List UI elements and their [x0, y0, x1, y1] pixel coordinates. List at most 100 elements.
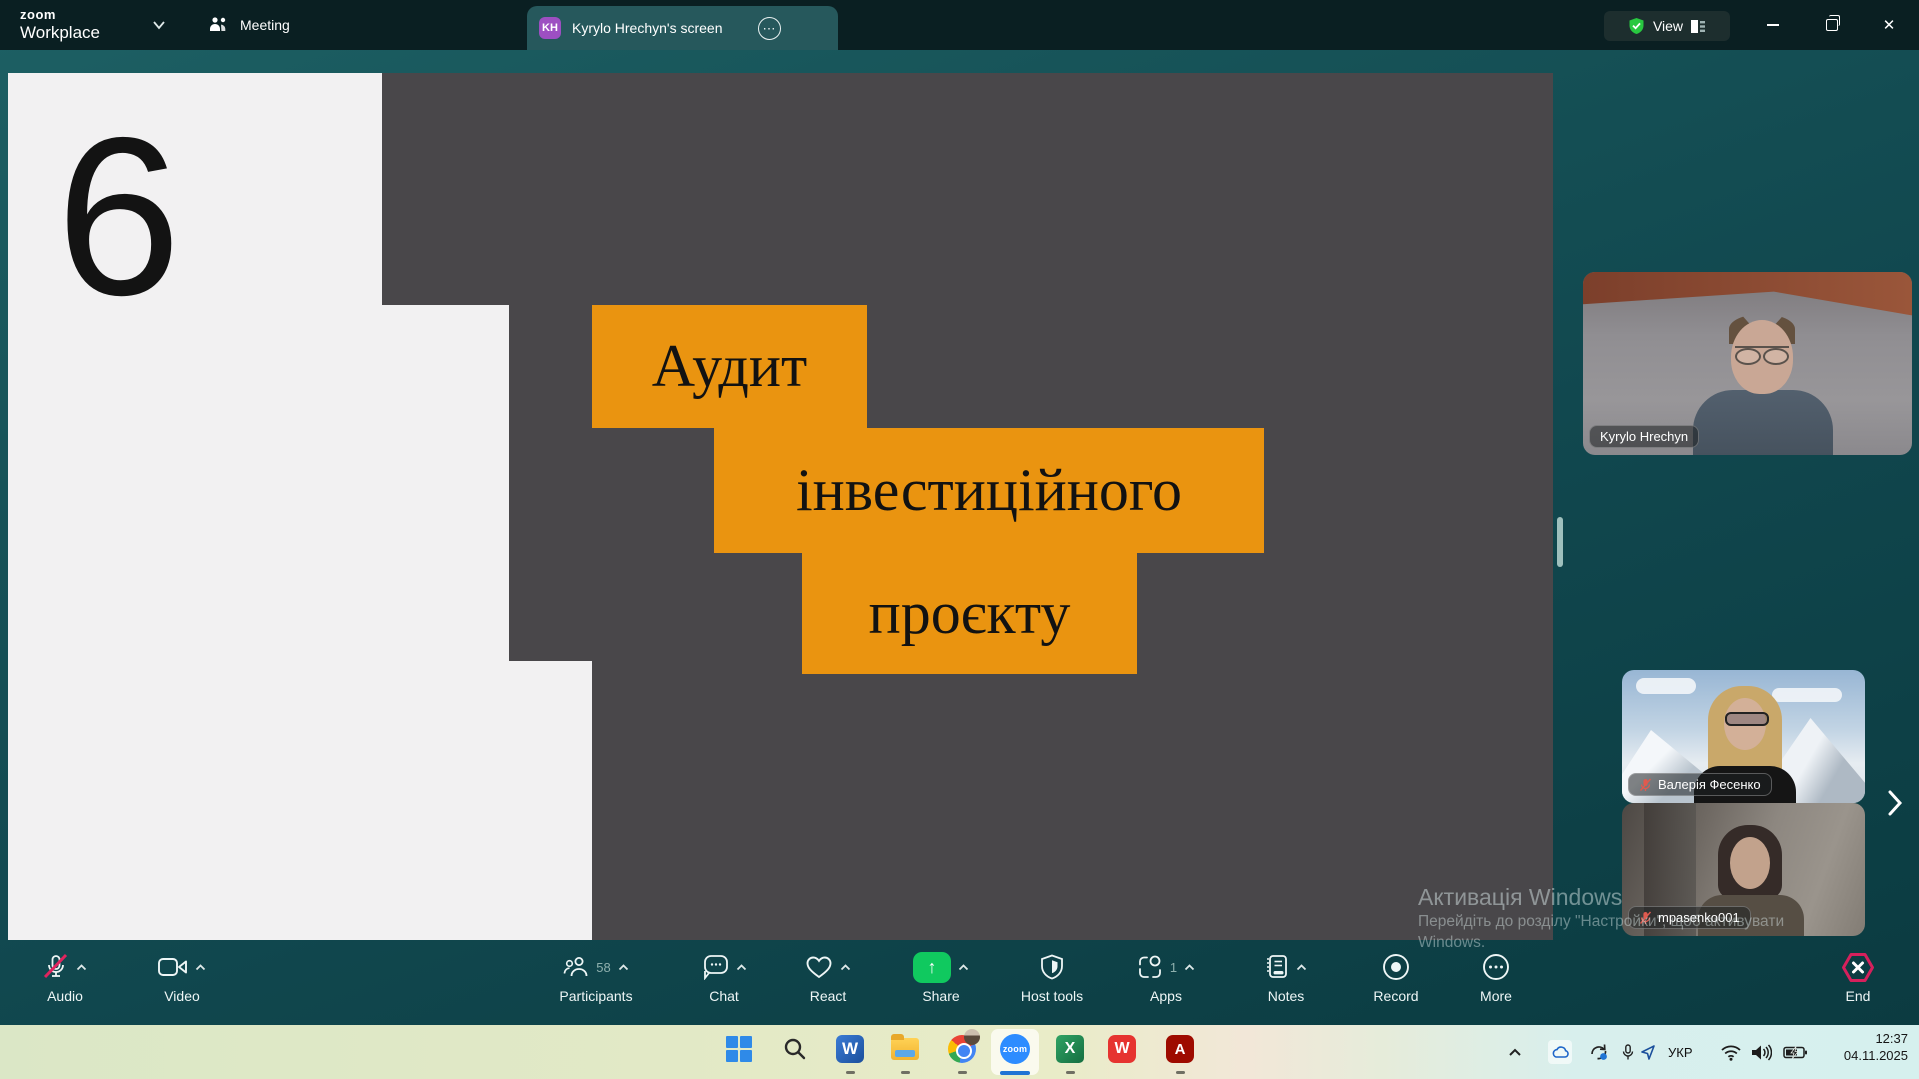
close-icon: ✕	[1883, 16, 1896, 34]
react-button[interactable]: React	[787, 951, 869, 1004]
participant-video-valeriia[interactable]: Валерія Фесенко	[1622, 670, 1865, 803]
end-button[interactable]: End	[1818, 951, 1898, 1004]
restore-button[interactable]	[1821, 14, 1843, 36]
brand-workplace: Workplace	[20, 24, 100, 41]
tab-meeting-label: Meeting	[240, 17, 290, 33]
view-button[interactable]: View	[1604, 11, 1730, 41]
notes-button[interactable]: Notes	[1243, 951, 1329, 1004]
windows-logo-icon	[726, 1036, 752, 1062]
slide-white-step-middle	[8, 305, 509, 661]
person-glasses	[1725, 712, 1769, 726]
participant-name-badge: mpasenko001	[1628, 906, 1751, 929]
tray-expand-button[interactable]	[1508, 1025, 1522, 1079]
shared-screen-content: 6 Аудит інвестиційного проєкту	[8, 73, 1553, 940]
react-caret-icon[interactable]	[840, 964, 851, 971]
tab-shared-screen[interactable]: KH Kyrylo Hrechyn's screen ⋯	[527, 6, 838, 50]
muted-mic-icon	[1639, 911, 1652, 925]
audio-label: Audio	[47, 988, 83, 1004]
audio-button[interactable]: Audio	[30, 951, 100, 1004]
participant-avatar-initials: KH	[539, 17, 561, 39]
record-button[interactable]: Record	[1356, 951, 1436, 1004]
record-icon	[1382, 953, 1410, 981]
participants-button[interactable]: 58 Participants	[540, 951, 652, 1004]
notes-caret-icon[interactable]	[1296, 964, 1307, 971]
close-button[interactable]: ✕	[1878, 14, 1900, 36]
react-label: React	[810, 988, 847, 1004]
cloud-art	[1636, 678, 1696, 694]
chat-button[interactable]: Chat	[683, 951, 765, 1004]
wps-icon: W	[1108, 1035, 1136, 1063]
mic-in-use-tray-icon[interactable]	[1622, 1025, 1634, 1079]
panel-resize-handle[interactable]	[1557, 517, 1563, 567]
taskbar-chrome-button[interactable]	[946, 1033, 978, 1065]
running-indicator	[901, 1071, 910, 1074]
slide-title-text-3: проєкту	[869, 579, 1071, 648]
chat-icon	[701, 954, 729, 980]
layout-icon	[1691, 20, 1706, 33]
chevron-up-icon	[1508, 1048, 1522, 1057]
notes-label: Notes	[1268, 988, 1305, 1004]
video-caret-icon[interactable]	[195, 964, 206, 971]
taskbar-excel-button[interactable]: X	[1054, 1033, 1086, 1065]
taskbar-acrobat-button[interactable]: A	[1164, 1033, 1196, 1065]
participant-name: Kyrylo Hrechyn	[1600, 429, 1688, 444]
share-caret-icon[interactable]	[958, 964, 969, 971]
language-indicator[interactable]: УКР	[1668, 1025, 1693, 1079]
participants-count: 58	[596, 960, 610, 975]
clock-time: 12:37	[1812, 1030, 1908, 1047]
person-silhouette	[1693, 390, 1833, 455]
running-indicator	[1176, 1071, 1185, 1074]
chrome-profile-avatar	[964, 1029, 980, 1045]
volume-tray-icon[interactable]	[1751, 1025, 1772, 1079]
start-button[interactable]	[723, 1033, 755, 1065]
taskbar-zoom-button[interactable]: zoom	[999, 1033, 1031, 1065]
people-icon	[208, 15, 230, 35]
location-tray-icon[interactable]	[1640, 1025, 1656, 1079]
gallery-next-button[interactable]	[1882, 788, 1908, 818]
more-button[interactable]: More	[1456, 951, 1536, 1004]
chat-caret-icon[interactable]	[736, 964, 747, 971]
participant-name: Валерія Фесенко	[1658, 777, 1761, 792]
more-icon	[1482, 953, 1510, 981]
wifi-tray-icon[interactable]	[1720, 1025, 1742, 1079]
taskbar-explorer-button[interactable]	[889, 1033, 921, 1065]
video-button[interactable]: Video	[147, 951, 217, 1004]
audio-caret-icon[interactable]	[76, 964, 87, 971]
zoom-meeting-window: { "window": { "brand": {"line1": "zoom",…	[0, 0, 1919, 1079]
taskbar-clock[interactable]: 12:37 04.11.2025	[1812, 1030, 1908, 1064]
minimize-button[interactable]	[1762, 14, 1784, 36]
sync-tray-icon[interactable]	[1588, 1025, 1610, 1079]
tab-more-options-icon[interactable]: ⋯	[758, 17, 781, 40]
camera-icon	[158, 956, 188, 978]
battery-tray-icon[interactable]	[1783, 1025, 1807, 1079]
chrome-icon	[948, 1035, 976, 1063]
participants-caret-icon[interactable]	[618, 964, 629, 971]
mic-icon	[1622, 1044, 1634, 1061]
running-indicator	[1066, 1071, 1075, 1074]
share-button[interactable]: ↑ Share	[898, 951, 984, 1004]
host-tools-button[interactable]: Host tools	[1000, 951, 1104, 1004]
participant-video-mpasenko[interactable]: mpasenko001	[1622, 803, 1865, 936]
onedrive-tray-icon[interactable]	[1548, 1025, 1572, 1079]
chevron-down-icon[interactable]	[152, 20, 166, 30]
slide-title-line-2: інвестиційного	[714, 428, 1264, 553]
taskbar-word-button[interactable]: W	[834, 1033, 866, 1065]
apps-label: Apps	[1150, 988, 1182, 1004]
person-head	[1730, 837, 1770, 889]
search-button[interactable]	[779, 1033, 811, 1065]
taskbar-wps-button[interactable]: W	[1106, 1033, 1138, 1065]
participant-video-kyrylo[interactable]: Kyrylo Hrechyn	[1583, 272, 1912, 455]
minimize-icon	[1767, 24, 1779, 26]
running-indicator	[846, 1071, 855, 1074]
slide-title-line-1: Аудит	[592, 305, 867, 428]
running-indicator	[958, 1071, 967, 1074]
apps-caret-icon[interactable]	[1184, 964, 1195, 971]
excel-icon: X	[1056, 1035, 1084, 1063]
apps-button[interactable]: 1 Apps	[1122, 951, 1210, 1004]
wifi-icon	[1720, 1044, 1742, 1061]
tab-meeting[interactable]: Meeting	[208, 10, 290, 40]
slide-title-text-1: Аудит	[652, 332, 807, 401]
participants-label: Participants	[559, 988, 632, 1004]
record-label: Record	[1373, 988, 1418, 1004]
title-bar: zoom Workplace Meeting KH Kyrylo Hrechyn…	[0, 0, 1919, 50]
